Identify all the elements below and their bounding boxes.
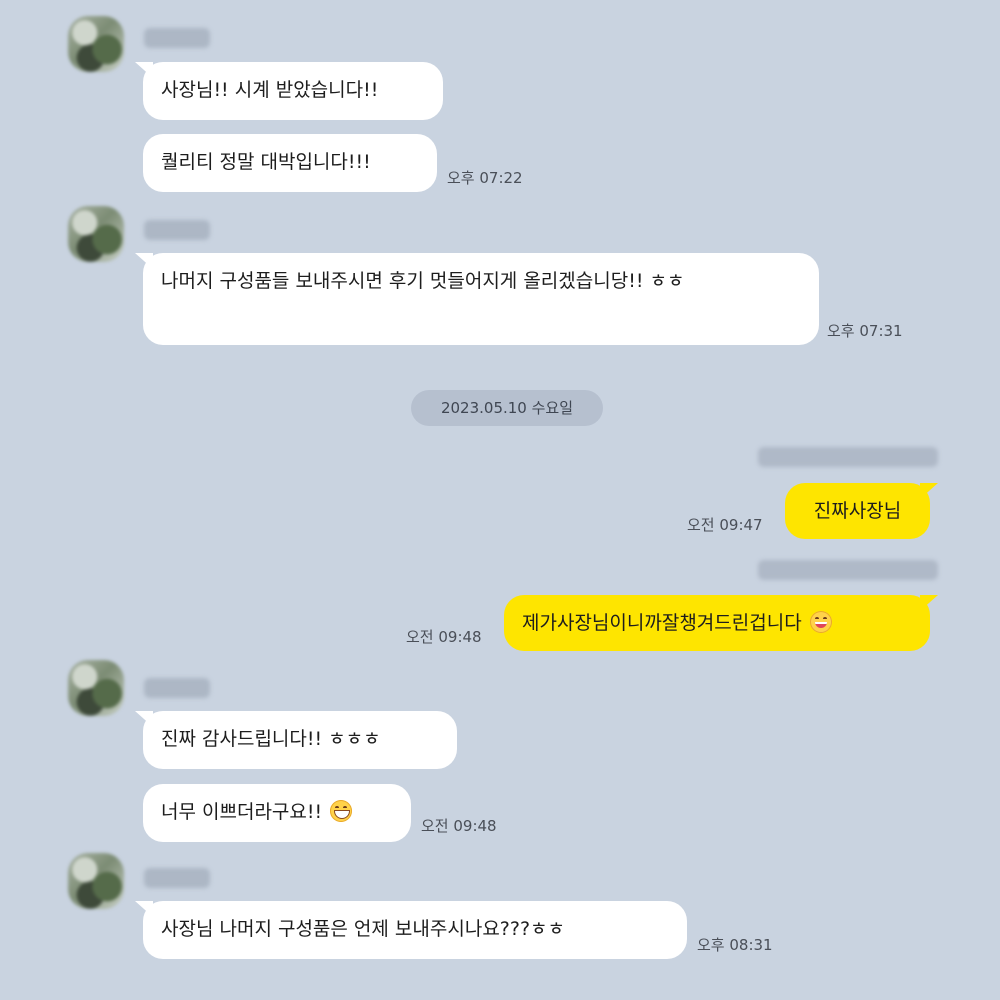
- message-text: 사장님 나머지 구성품은 언제 보내주시나요???ㅎㅎ: [161, 918, 566, 940]
- outgoing-message[interactable]: 진짜사장님: [785, 483, 930, 539]
- sender-avatar[interactable]: [68, 853, 124, 909]
- sender-name-blurred: [144, 868, 210, 888]
- smiling-face-emoji-icon: [809, 611, 832, 633]
- message-text: 진짜 감사드립니다!! ㅎㅎㅎ: [161, 728, 381, 750]
- message-text: 너무 이쁘더라구요!!: [161, 801, 323, 823]
- sender-avatar[interactable]: [68, 206, 124, 262]
- message-text: 나머지 구성품들 보내주시면 후기 멋들어지게 올리겠습니당!! ㅎㅎ: [161, 270, 685, 292]
- message-time: 오전 09:47: [687, 516, 763, 534]
- message-time: 오후 08:31: [697, 936, 773, 954]
- message-text: 퀄리티 정말 대박입니다!!!: [161, 151, 371, 173]
- message-time: 오전 09:48: [421, 817, 497, 835]
- message-time: 오후 07:31: [827, 322, 903, 340]
- sender-name-blurred: [144, 678, 210, 698]
- date-divider: 2023.05.10 수요일: [411, 390, 603, 426]
- message-time: 오전 09:48: [406, 628, 482, 646]
- blurred-status-line: [758, 447, 938, 467]
- incoming-message[interactable]: 사장님 나머지 구성품은 언제 보내주시나요???ㅎㅎ: [143, 901, 687, 959]
- sender-name-blurred: [144, 28, 210, 48]
- incoming-message[interactable]: 퀄리티 정말 대박입니다!!!: [143, 134, 437, 192]
- incoming-message[interactable]: 너무 이쁘더라구요!!: [143, 784, 411, 842]
- chat-room: 사장님!! 시계 받았습니다!! 퀄리티 정말 대박입니다!!! 오후 07:2…: [0, 0, 1000, 1000]
- blurred-status-line: [758, 560, 938, 580]
- outgoing-message[interactable]: 제가사장님이니까잘챙겨드린겁니다: [504, 595, 930, 651]
- message-time: 오후 07:22: [447, 169, 523, 187]
- message-text: 제가사장님이니까잘챙겨드린겁니다: [522, 612, 802, 634]
- message-text: 진짜사장님: [813, 500, 902, 522]
- incoming-message[interactable]: 진짜 감사드립니다!! ㅎㅎㅎ: [143, 711, 457, 769]
- sender-name-blurred: [144, 220, 210, 240]
- sender-avatar[interactable]: [68, 660, 124, 716]
- grinning-face-emoji-icon: [330, 800, 353, 822]
- message-text: 사장님!! 시계 받았습니다!!: [161, 79, 379, 101]
- incoming-message[interactable]: 사장님!! 시계 받았습니다!!: [143, 62, 443, 120]
- sender-avatar[interactable]: [68, 16, 124, 72]
- incoming-message[interactable]: 나머지 구성품들 보내주시면 후기 멋들어지게 올리겠습니당!! ㅎㅎ: [143, 253, 819, 345]
